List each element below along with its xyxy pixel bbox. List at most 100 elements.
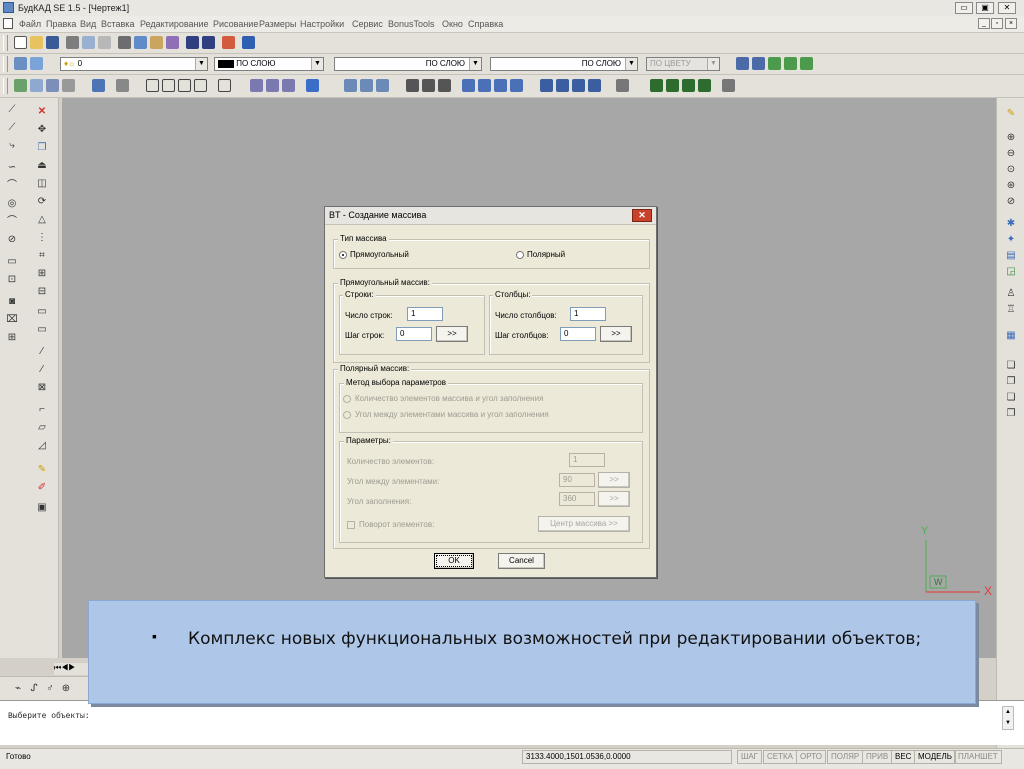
draw-order-above-icon[interactable]: ❏ — [1005, 392, 1017, 404]
polar-radio-label[interactable]: Полярный — [527, 250, 565, 260]
break-left-icon[interactable]: ▭ — [36, 324, 48, 336]
redraw-icon[interactable]: ✦ — [1005, 234, 1017, 246]
justify-icon[interactable] — [510, 79, 523, 92]
save-icon[interactable] — [46, 36, 59, 49]
minimize-button[interactable]: ▭ — [955, 2, 973, 14]
dimension-aligned-icon[interactable] — [162, 79, 175, 92]
snap-line-icon[interactable]: ⌁ — [12, 683, 24, 695]
new-icon[interactable] — [14, 36, 27, 49]
filter-icon[interactable] — [768, 57, 781, 70]
line-icon[interactable]: ⟋ — [6, 104, 18, 116]
layers-icon[interactable] — [14, 57, 27, 70]
orbit-icon[interactable]: ♙ — [1005, 288, 1017, 300]
chevron-down-icon[interactable]: ▼ — [625, 58, 637, 70]
paste-icon[interactable] — [150, 36, 163, 49]
stretch-icon[interactable] — [722, 79, 735, 92]
text-color-icon[interactable] — [572, 79, 585, 92]
fillet-icon[interactable]: ⁄ — [36, 364, 48, 376]
cut-icon[interactable] — [118, 36, 131, 49]
chevron-down-icon[interactable]: ▼ — [195, 58, 207, 70]
align-right-icon[interactable] — [494, 79, 507, 92]
erase-icon[interactable]: ✕ — [36, 106, 48, 118]
open-icon[interactable] — [30, 36, 43, 49]
zoom-out-icon[interactable]: ⊖ — [1005, 148, 1017, 160]
menu-file[interactable]: Файл — [19, 19, 41, 29]
rows-count-input[interactable]: 1 — [407, 307, 443, 321]
doc-restore-button[interactable]: ▫ — [991, 18, 1003, 29]
join-left-icon[interactable]: ⌐ — [36, 404, 48, 416]
zoom-in-icon[interactable]: ⊕ — [1005, 132, 1017, 144]
mtext-icon[interactable] — [406, 79, 419, 92]
text-frame-icon[interactable] — [540, 79, 553, 92]
draw-order-front-icon[interactable]: ❏ — [1005, 360, 1017, 372]
trim-left-icon[interactable]: ⊟ — [36, 286, 48, 298]
hatch-icon[interactable]: ◙ — [6, 296, 18, 308]
lineweight-select[interactable]: ПО СЛОЮ ▼ — [490, 57, 638, 71]
dimension-angle-icon[interactable] — [178, 79, 191, 92]
find-text-icon[interactable] — [588, 79, 601, 92]
linetype-select[interactable]: ПО СЛОЮ ▼ — [334, 57, 482, 71]
arc-icon[interactable]: ⌒ — [6, 180, 18, 192]
join-icon[interactable] — [698, 79, 711, 92]
lock-view-icon[interactable]: ♖ — [1005, 304, 1017, 316]
row-step-input[interactable]: 0 — [396, 327, 432, 341]
layer-select[interactable]: ♦☼ 0 ▼ — [60, 57, 208, 71]
region-icon[interactable]: ⌧ — [6, 314, 18, 326]
menu-view[interactable]: Вид — [80, 19, 96, 29]
stretch-left-icon[interactable]: ⌗ — [36, 250, 48, 262]
spline-icon[interactable]: ∽ — [6, 162, 18, 174]
design-center-icon[interactable] — [30, 79, 43, 92]
regen-icon[interactable]: ✱ — [1005, 218, 1017, 230]
copy-icon[interactable] — [134, 36, 147, 49]
draw-order-under-icon[interactable]: ❐ — [1005, 408, 1017, 420]
help-icon[interactable] — [242, 36, 255, 49]
copy-object-icon[interactable]: ❐ — [36, 142, 48, 154]
move-icon[interactable]: ✥ — [36, 124, 48, 136]
cols-count-input[interactable]: 1 — [570, 307, 606, 321]
array-icon[interactable]: ⋮ — [36, 232, 48, 244]
col-step-input[interactable]: 0 — [560, 327, 596, 341]
print-icon[interactable] — [66, 36, 79, 49]
dimension-radius-icon[interactable] — [194, 79, 207, 92]
rotate-icon[interactable]: ⟳ — [36, 196, 48, 208]
snap-curve-icon[interactable]: ᔑ — [28, 683, 40, 695]
mode-ortho[interactable]: ОРТО — [796, 750, 826, 764]
mode-model[interactable]: МОДЕЛЬ — [914, 750, 956, 764]
brush-icon[interactable]: ✎ — [36, 464, 48, 476]
circle-icon[interactable]: ◎ — [6, 198, 18, 210]
explode-icon[interactable]: ⊠ — [36, 382, 48, 394]
mode-snap[interactable]: ШАГ — [737, 750, 762, 764]
polar-radio[interactable] — [516, 251, 524, 259]
leader-icon[interactable] — [218, 79, 231, 92]
polygon-icon[interactable]: ⊡ — [6, 274, 18, 286]
menu-insert[interactable]: Вставка — [101, 19, 134, 29]
redo-icon[interactable] — [202, 36, 215, 49]
col-step-pick-button[interactable]: >> — [600, 326, 632, 342]
doc-minimize-button[interactable]: _ — [978, 18, 990, 29]
attach-icon[interactable] — [752, 57, 765, 70]
draw-order-back-icon[interactable]: ❐ — [1005, 376, 1017, 388]
edit-spline-icon[interactable]: ◿ — [36, 440, 48, 452]
extend-icon[interactable] — [666, 79, 679, 92]
named-views-icon[interactable]: ▤ — [1005, 250, 1017, 262]
pencil-icon[interactable]: ✎ — [1005, 108, 1017, 120]
ungroup-icon[interactable] — [800, 57, 813, 70]
edit-polyline-icon[interactable]: ▱ — [36, 422, 48, 434]
xline-icon[interactable]: ⟋ — [6, 122, 18, 134]
chevron-down-icon[interactable]: ▼ — [311, 58, 323, 70]
undo-icon[interactable] — [186, 36, 199, 49]
pan-icon[interactable] — [306, 79, 319, 92]
document-icon[interactable] — [3, 18, 13, 29]
zoom-previous-icon[interactable]: ⊘ — [1005, 196, 1017, 208]
snap-center-icon[interactable]: ⊕ — [60, 683, 72, 695]
doc-close-button[interactable]: × — [1005, 18, 1017, 29]
break-icon[interactable] — [682, 79, 695, 92]
properties-icon[interactable] — [14, 79, 27, 92]
chamfer-icon[interactable]: ⁄ — [36, 346, 48, 358]
next-tab-icon[interactable]: ▶ — [68, 663, 75, 672]
zoom-all-icon[interactable]: ⊛ — [1005, 180, 1017, 192]
layer-previous-icon[interactable] — [30, 57, 43, 70]
pencil-icon[interactable] — [222, 36, 235, 49]
rectangle-icon[interactable]: ▭ — [6, 256, 18, 268]
mode-polar[interactable]: ПОЛЯР — [827, 750, 864, 764]
